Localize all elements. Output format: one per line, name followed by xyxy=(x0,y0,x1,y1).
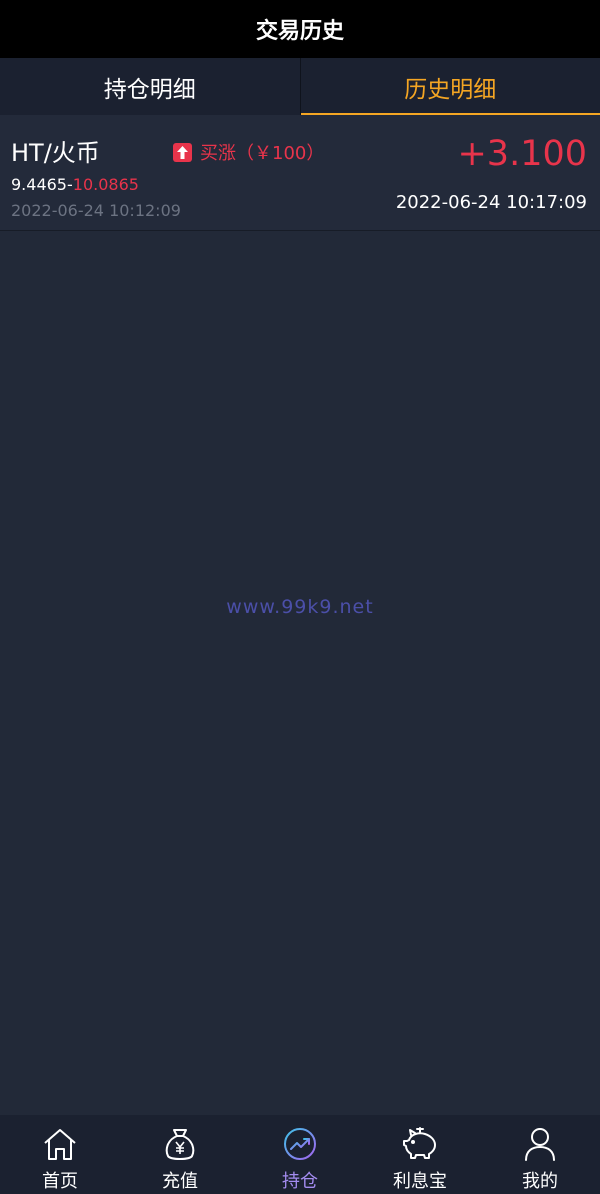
nav-recharge-label: 充值 xyxy=(162,1171,198,1192)
piggy-bank-icon xyxy=(401,1125,439,1163)
record-direction-label: 买涨（￥100） xyxy=(200,143,325,164)
record-pair: HT/火币 xyxy=(11,139,100,167)
tab-bar: 持仓明细 历史明细 xyxy=(0,58,600,115)
trade-record[interactable]: HT/火币 买涨（￥100） 9.4465-10.0865 2022-06-24… xyxy=(0,115,600,231)
tab-positions-label: 持仓明细 xyxy=(103,76,196,103)
chart-trend-icon xyxy=(281,1125,319,1163)
nav-home-label: 首页 xyxy=(42,1171,78,1192)
tab-positions[interactable]: 持仓明细 xyxy=(0,58,301,115)
nav-profile[interactable]: 我的 xyxy=(480,1115,600,1194)
nav-profile-label: 我的 xyxy=(522,1171,558,1192)
page-title: 交易历史 xyxy=(255,19,344,44)
money-bag-icon xyxy=(161,1125,199,1163)
record-price-range: 9.4465-10.0865 xyxy=(11,175,139,194)
nav-home[interactable]: 首页 xyxy=(0,1115,120,1194)
record-open-price: 9.4465 xyxy=(11,175,67,194)
home-icon xyxy=(41,1125,79,1163)
record-profit: +3.100 xyxy=(457,134,587,174)
nav-positions[interactable]: 持仓 xyxy=(240,1115,360,1194)
nav-recharge[interactable]: 充值 xyxy=(120,1115,240,1194)
user-icon xyxy=(521,1125,559,1163)
record-open-time: 2022-06-24 10:12:09 xyxy=(11,201,181,220)
record-close-time: 2022-06-24 10:17:09 xyxy=(395,192,587,213)
bottom-nav: 首页 充值 持仓 利息宝 我的 xyxy=(0,1115,600,1194)
nav-interest[interactable]: 利息宝 xyxy=(360,1115,480,1194)
nav-interest-label: 利息宝 xyxy=(393,1171,447,1192)
tab-history[interactable]: 历史明细 xyxy=(300,58,600,115)
record-direction: 买涨（￥100） xyxy=(173,139,324,165)
record-close-price: 10.0865 xyxy=(72,175,139,194)
nav-positions-label: 持仓 xyxy=(282,1171,318,1192)
top-header: 交易历史 xyxy=(0,0,600,58)
watermark: www.99k9.net xyxy=(226,596,374,618)
tab-history-label: 历史明细 xyxy=(404,76,497,103)
arrow-up-icon xyxy=(173,142,192,162)
